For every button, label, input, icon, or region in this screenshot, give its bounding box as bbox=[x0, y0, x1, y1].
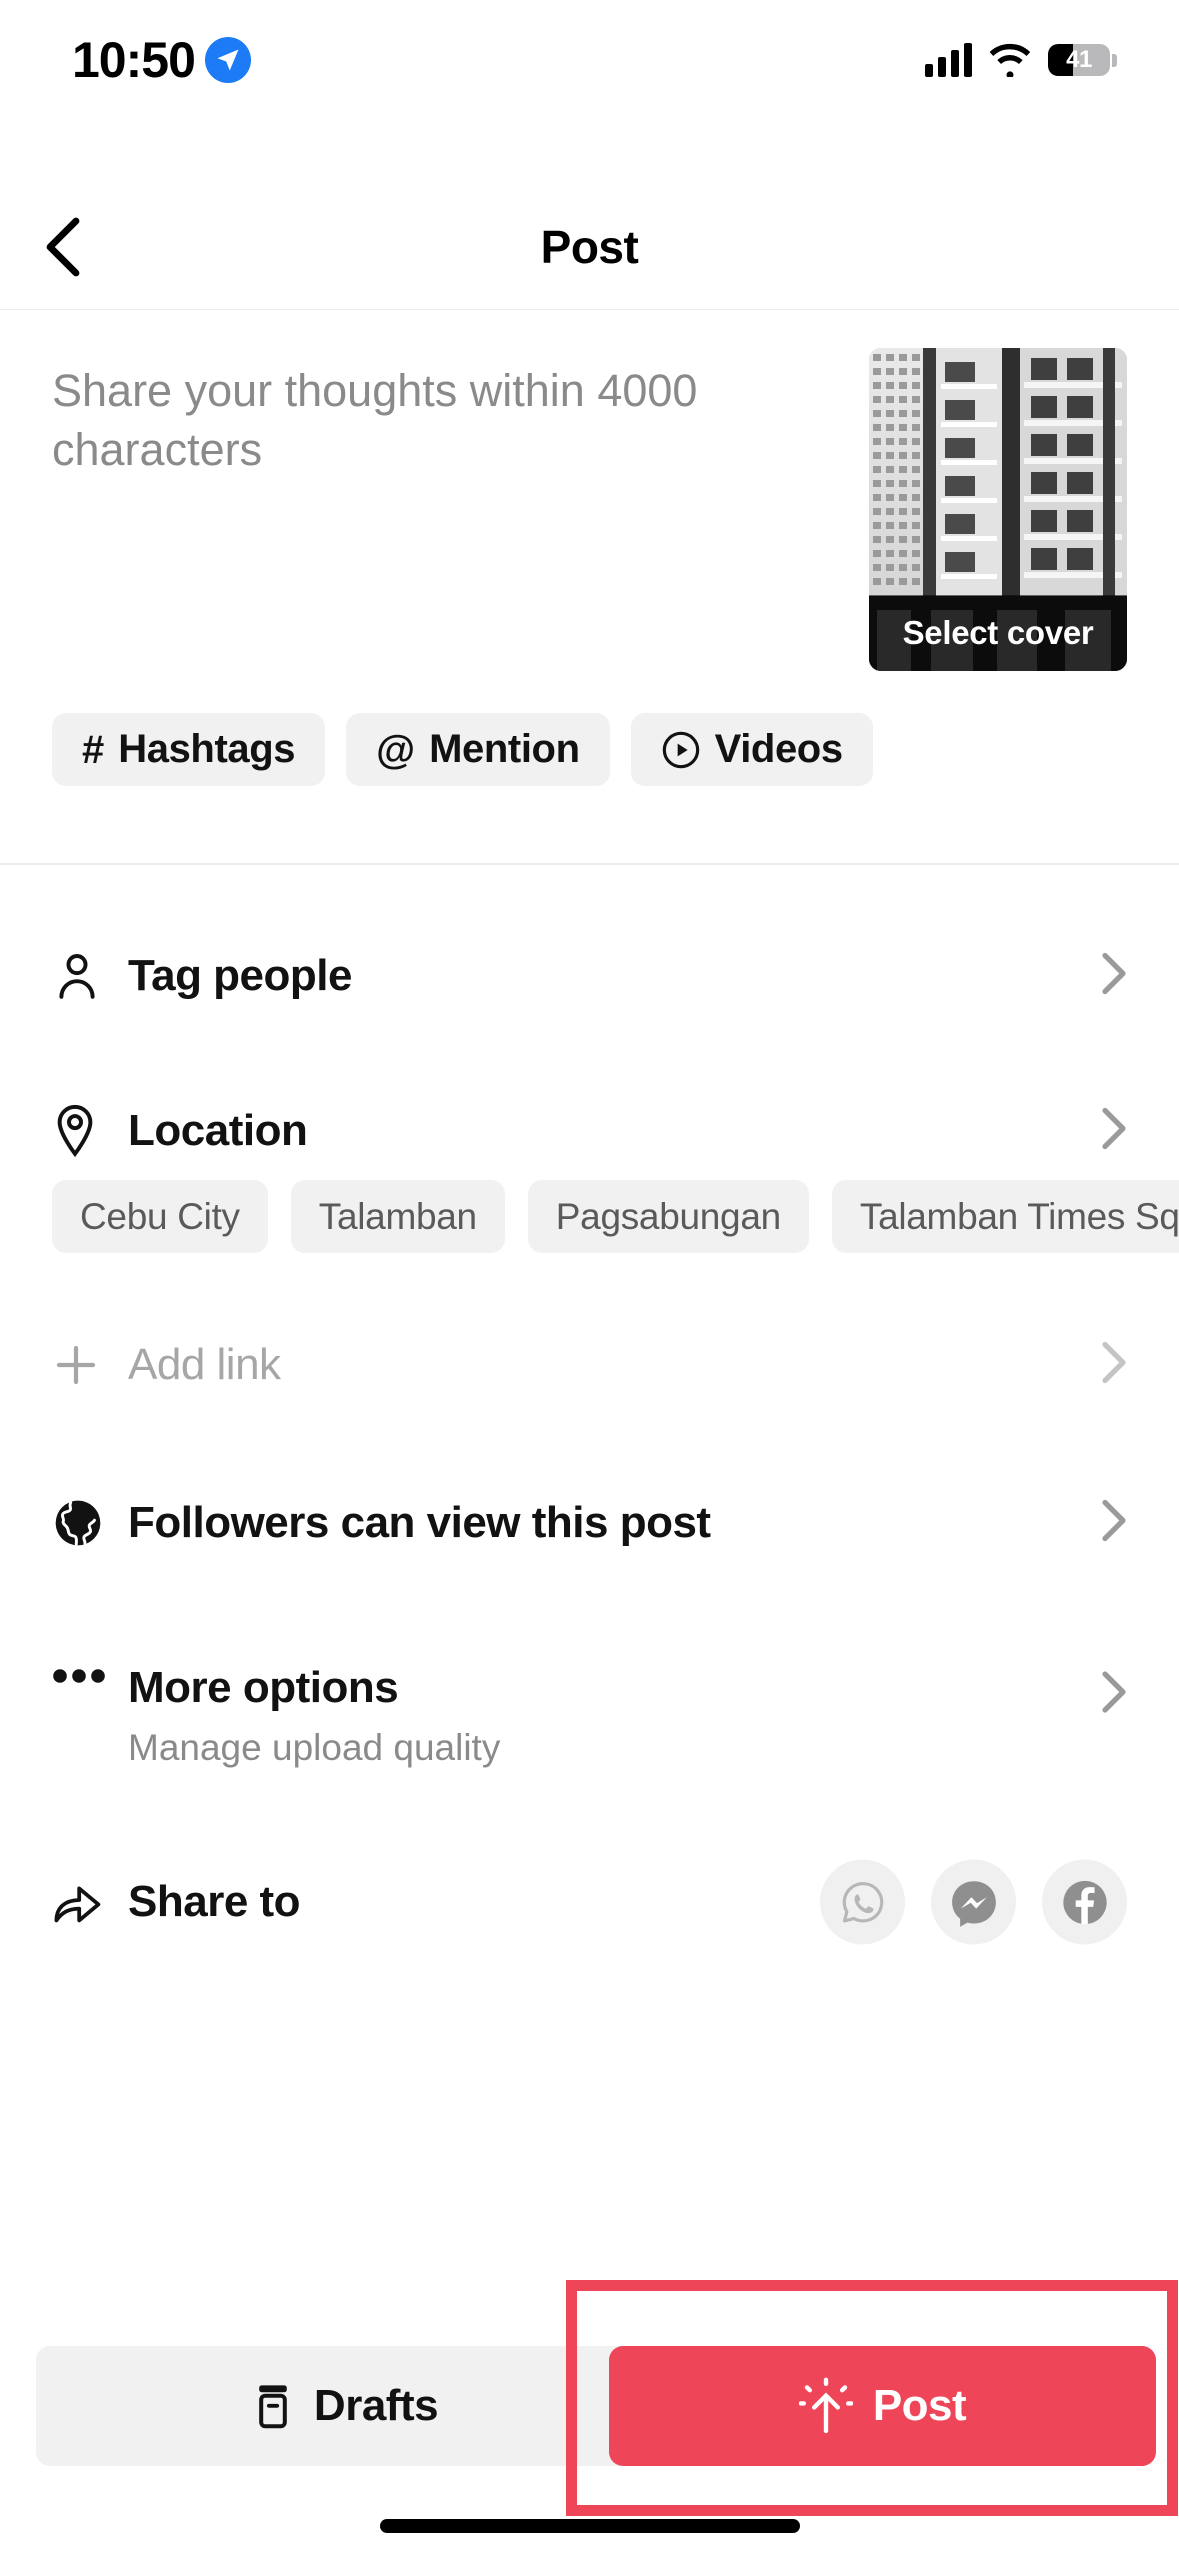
cover-thumbnail[interactable]: Select cover bbox=[869, 348, 1127, 671]
chevron-right-icon bbox=[1101, 1340, 1127, 1389]
battery-level: 41 bbox=[1066, 46, 1092, 73]
at-mention-icon: @ bbox=[376, 727, 416, 772]
select-cover-overlay[interactable]: Select cover bbox=[869, 595, 1127, 671]
play-circle-icon bbox=[661, 730, 701, 770]
share-targets bbox=[820, 1859, 1127, 1945]
videos-chip-label: Videos bbox=[714, 727, 843, 771]
location-chip-label: Cebu City bbox=[80, 1195, 240, 1237]
more-options-label: More options bbox=[128, 1663, 399, 1712]
location-label: Location bbox=[128, 1105, 308, 1155]
post-button[interactable]: Post bbox=[609, 2346, 1156, 2466]
person-icon bbox=[52, 950, 114, 1002]
plus-icon bbox=[52, 1341, 114, 1389]
globe-icon bbox=[52, 1497, 114, 1549]
row-more-options[interactable]: More options Manage upload quality bbox=[0, 1618, 1179, 1803]
location-suggestions: Cebu City Talamban Pagsabungan Talamban … bbox=[52, 1180, 1179, 1253]
caption-input[interactable]: Share your thoughts within 4000 characte… bbox=[52, 361, 812, 480]
chevron-right-icon bbox=[1101, 951, 1127, 1000]
status-bar-right: 41 bbox=[925, 43, 1117, 77]
messenger-share-button[interactable] bbox=[931, 1859, 1016, 1945]
post-button-label: Post bbox=[872, 2381, 967, 2430]
more-options-subtitle: Manage upload quality bbox=[128, 1727, 501, 1768]
hashtag-icon: # bbox=[82, 727, 105, 772]
home-indicator bbox=[379, 2519, 800, 2533]
row-add-link[interactable]: Add link bbox=[0, 1302, 1179, 1427]
hashtags-chip-label: Hashtags bbox=[118, 727, 296, 771]
drafts-button[interactable]: Drafts bbox=[36, 2346, 654, 2466]
tag-people-label: Tag people bbox=[128, 950, 352, 1000]
chevron-right-icon bbox=[1101, 1498, 1127, 1547]
drafts-button-label: Drafts bbox=[313, 2381, 439, 2430]
row-share-to: Share to bbox=[0, 1832, 1179, 1972]
hashtags-chip[interactable]: # Hashtags bbox=[52, 713, 326, 786]
status-bar-left: 10:50 bbox=[72, 31, 251, 89]
row-location[interactable]: Location bbox=[0, 1068, 1179, 1193]
ellipsis-icon bbox=[52, 1663, 114, 1685]
caption-section: Share your thoughts within 4000 characte… bbox=[0, 311, 1179, 863]
back-button[interactable] bbox=[26, 209, 102, 285]
caption-chip-row: # Hashtags @ Mention Videos bbox=[52, 713, 873, 786]
page-title: Post bbox=[540, 221, 639, 273]
location-chip[interactable]: Pagsabungan bbox=[527, 1180, 809, 1253]
status-time: 10:50 bbox=[72, 32, 196, 88]
battery-icon: 41 bbox=[1048, 44, 1110, 76]
privacy-label: Followers can view this post bbox=[128, 1497, 711, 1547]
chevron-right-icon bbox=[1101, 1106, 1127, 1155]
status-bar: 10:50 41 bbox=[0, 0, 1179, 120]
section-divider-1 bbox=[0, 863, 1179, 865]
mention-chip[interactable]: @ Mention bbox=[346, 713, 610, 786]
select-cover-label: Select cover bbox=[902, 614, 1094, 651]
location-chip[interactable]: Cebu City bbox=[52, 1180, 268, 1253]
wifi-icon bbox=[989, 43, 1031, 77]
chevron-right-icon bbox=[1101, 1670, 1127, 1719]
share-to-label: Share to bbox=[128, 1877, 301, 1926]
location-chip[interactable]: Talamban Times Sq bbox=[831, 1180, 1179, 1253]
drafts-archive-icon bbox=[252, 2383, 294, 2429]
battery-cap bbox=[1112, 53, 1117, 67]
facebook-icon bbox=[1062, 1880, 1107, 1924]
share-arrow-icon bbox=[52, 1878, 114, 1926]
add-link-label: Add link bbox=[128, 1339, 281, 1389]
row-privacy[interactable]: Followers can view this post bbox=[0, 1460, 1179, 1585]
location-pin-icon bbox=[52, 1104, 114, 1158]
location-arrow-icon bbox=[204, 37, 251, 83]
whatsapp-share-button[interactable] bbox=[820, 1859, 905, 1945]
post-screen: 10:50 41 Post Share your thoughts within… bbox=[0, 0, 1179, 2556]
header-bar: Post bbox=[0, 185, 1179, 310]
row-tag-people[interactable]: Tag people bbox=[0, 913, 1179, 1038]
messenger-icon bbox=[951, 1880, 996, 1927]
location-chip[interactable]: Talamban bbox=[290, 1180, 505, 1253]
post-upload-sparkle-icon bbox=[798, 2377, 853, 2435]
bottom-action-bar: Drafts Post bbox=[0, 2291, 1179, 2556]
mention-chip-label: Mention bbox=[429, 727, 580, 771]
cellular-signal-icon bbox=[925, 43, 972, 77]
location-chip-label: Talamban Times Sq bbox=[859, 1195, 1179, 1237]
location-chip-label: Pagsabungan bbox=[555, 1195, 781, 1237]
whatsapp-icon bbox=[842, 1881, 883, 1922]
location-chip-label: Talamban bbox=[318, 1195, 477, 1237]
chevron-left-icon bbox=[46, 217, 80, 277]
videos-chip[interactable]: Videos bbox=[630, 713, 873, 786]
facebook-share-button[interactable] bbox=[1042, 1859, 1127, 1945]
